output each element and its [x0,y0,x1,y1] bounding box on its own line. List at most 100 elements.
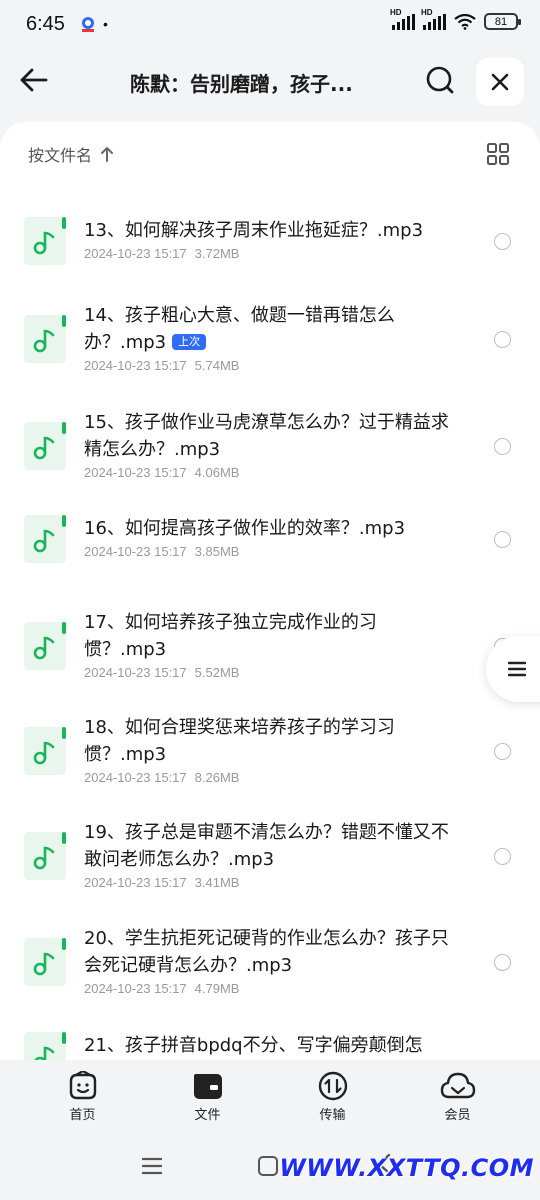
battery-level: 81 [494,15,508,28]
menu-icon [508,661,526,677]
recent-apps-icon[interactable] [142,1156,162,1176]
arrow-left-icon [20,68,48,92]
transfer-icon [318,1071,347,1101]
nav-member-label: 会员 [444,1108,471,1123]
search-button[interactable] [424,64,464,104]
bottom-nav: 首页 文件 传输 会员 [0,1060,540,1134]
status-icons: HD HD 81 [390,8,521,30]
file-size: 4.06MB [194,465,240,480]
file-size: 3.85MB [194,544,240,559]
signal-icon-1: HD [390,8,415,30]
file-name-text: 15、孩子做作业马虎潦草怎么办？过于精益求精怎么办？.mp3 [84,412,449,460]
home-square-icon[interactable] [258,1156,278,1176]
wifi-icon [454,13,476,30]
battery-icon: 81 [484,13,521,30]
audio-file-icon [24,514,66,563]
nav-home-label: 首页 [69,1108,96,1123]
file-name-text: 14、孩子粗心大意、做题一错再错怎么办？.mp3 [84,305,395,353]
home-face-icon [69,1071,96,1100]
file-name: 14、孩子粗心大意、做题一错再错怎么办？.mp3 上次 [84,302,454,356]
file-date: 2024-10-23 15:17 [84,358,187,373]
nav-files[interactable]: 文件 [168,1071,248,1123]
select-radio[interactable] [494,438,511,455]
file-name: 20、学生抗拒死记硬背的作业怎么办？孩子只会死记硬背怎么办？.mp3 [84,925,454,979]
audio-file-icon [24,622,66,670]
file-row[interactable]: 15、孩子做作业马虎潦草怎么办？过于精益求精怎么办？.mp3 2024-10-23… [0,409,540,509]
audio-file-icon [24,315,66,363]
status-bar: 6:45 • HD HD 81 [0,0,540,48]
file-date: 2024-10-23 15:17 [84,246,187,261]
file-name-text: 18、如何合理奖惩来培养孩子的学习习惯？.mp3 [84,717,395,765]
file-row[interactable]: 20、学生抗拒死记硬背的作业怎么办？孩子只会死记硬背怎么办？.mp3 2024-1… [0,925,540,1025]
file-date: 2024-10-23 15:17 [84,665,187,680]
file-name-text: 20、学生抗拒死记硬背的作业怎么办？孩子只会死记硬背怎么办？.mp3 [84,928,449,976]
status-time: 6:45 [26,12,65,35]
select-radio[interactable] [494,232,511,250]
file-name-text: 17、如何培养孩子独立完成作业的习惯？.mp3 [84,612,377,660]
audio-file-icon [24,938,66,986]
audio-file-icon [24,1031,66,1060]
file-name-text: 21、孩子拼音bpdq不分、写字偏旁颠倒怎 [84,1035,423,1056]
select-radio[interactable] [494,331,511,348]
file-meta: 2024-10-23 15:17 4.06MB [84,465,239,480]
file-meta: 2024-10-23 15:17 3.72MB [84,246,239,261]
file-date: 2024-10-23 15:17 [84,875,187,890]
last-played-badge: 上次 [172,334,207,350]
audio-file-icon [24,216,66,265]
hd-label-2: HD [421,7,433,17]
nav-transfer[interactable]: 传输 [293,1071,373,1123]
select-radio[interactable] [494,743,511,760]
header: 陈默：告别磨蹭，孩子... [0,52,540,112]
page-title: 陈默：告别磨蹭，孩子... [130,72,353,96]
audio-file-icon [24,727,66,775]
file-name-text: 19、孩子总是审题不清怎么办？错题不懂又不敢问老师怎么办？.mp3 [84,822,449,870]
file-row[interactable]: 18、如何合理奖惩来培养孩子的学习习惯？.mp3 2024-10-23 15:17… [0,714,540,814]
file-date: 2024-10-23 15:17 [84,544,187,559]
file-meta: 2024-10-23 15:17 3.85MB [84,544,239,559]
audio-file-icon [24,832,66,880]
file-size: 8.26MB [194,770,240,785]
file-size: 5.52MB [194,665,240,680]
file-row[interactable]: 21、孩子拼音bpdq不分、写字偏旁颠倒怎 [0,1031,540,1060]
file-meta: 2024-10-23 15:17 5.74MB [84,358,239,373]
search-icon [426,66,454,94]
nav-home[interactable]: 首页 [43,1071,123,1123]
file-list-panel: 按文件名 13、如何解决孩子周末作业拖延症？.mp3 2024-10-23 15:… [0,122,540,1060]
grid-view-button[interactable] [486,142,510,166]
sort-control[interactable]: 按文件名 [28,142,116,166]
grid-icon [487,143,509,165]
hd-label-1: HD [390,7,402,17]
status-dot: • [102,16,108,32]
select-radio[interactable] [494,954,511,971]
select-radio[interactable] [494,530,511,548]
close-icon [491,73,509,91]
file-row[interactable]: 16、如何提高孩子做作业的效率？.mp3 2024-10-23 15:17 3.85… [0,514,540,615]
back-button[interactable] [18,64,58,100]
select-radio[interactable] [494,848,511,865]
file-name: 15、孩子做作业马虎潦草怎么办？过于精益求精怎么办？.mp3 [84,409,454,463]
close-button[interactable] [476,58,524,106]
nav-member[interactable]: 会员 [418,1071,498,1123]
file-date: 2024-10-23 15:17 [84,465,187,480]
app-notification-icon [81,17,94,32]
audio-file-icon [24,422,66,470]
file-row[interactable]: 19、孩子总是审题不清怎么办？错题不懂又不敢问老师怎么办？.mp3 2024-10… [0,819,540,919]
file-meta: 2024-10-23 15:17 8.26MB [84,770,239,785]
file-name: 13、如何解决孩子周末作业拖延症？.mp3 [84,217,454,244]
arrow-up-icon [101,147,114,162]
signal-icon-2: HD [421,8,446,30]
file-size: 3.72MB [194,246,240,261]
file-row[interactable]: 14、孩子粗心大意、做题一错再错怎么办？.mp3 上次 2024-10-23 15:… [0,302,540,402]
nav-transfer-label: 传输 [319,1108,346,1123]
file-name: 16、如何提高孩子做作业的效率？.mp3 [84,515,454,542]
nav-files-label: 文件 [194,1108,221,1123]
file-name-text: 13、如何解决孩子周末作业拖延症？.mp3 [84,220,424,241]
file-meta: 2024-10-23 15:17 5.52MB [84,665,239,680]
file-row[interactable]: 17、如何培养孩子独立完成作业的习惯？.mp3 2024-10-23 15:17 5… [0,609,540,709]
system-nav-bar: WWW.XXTTQ.COM [0,1134,540,1200]
file-size: 3.41MB [194,875,240,890]
file-name: 17、如何培养孩子独立完成作业的习惯？.mp3 [84,609,454,663]
file-meta: 2024-10-23 15:17 3.41MB [84,875,239,890]
file-name: 21、孩子拼音bpdq不分、写字偏旁颠倒怎 [84,1032,454,1059]
file-name: 18、如何合理奖惩来培养孩子的学习习惯？.mp3 [84,714,454,768]
